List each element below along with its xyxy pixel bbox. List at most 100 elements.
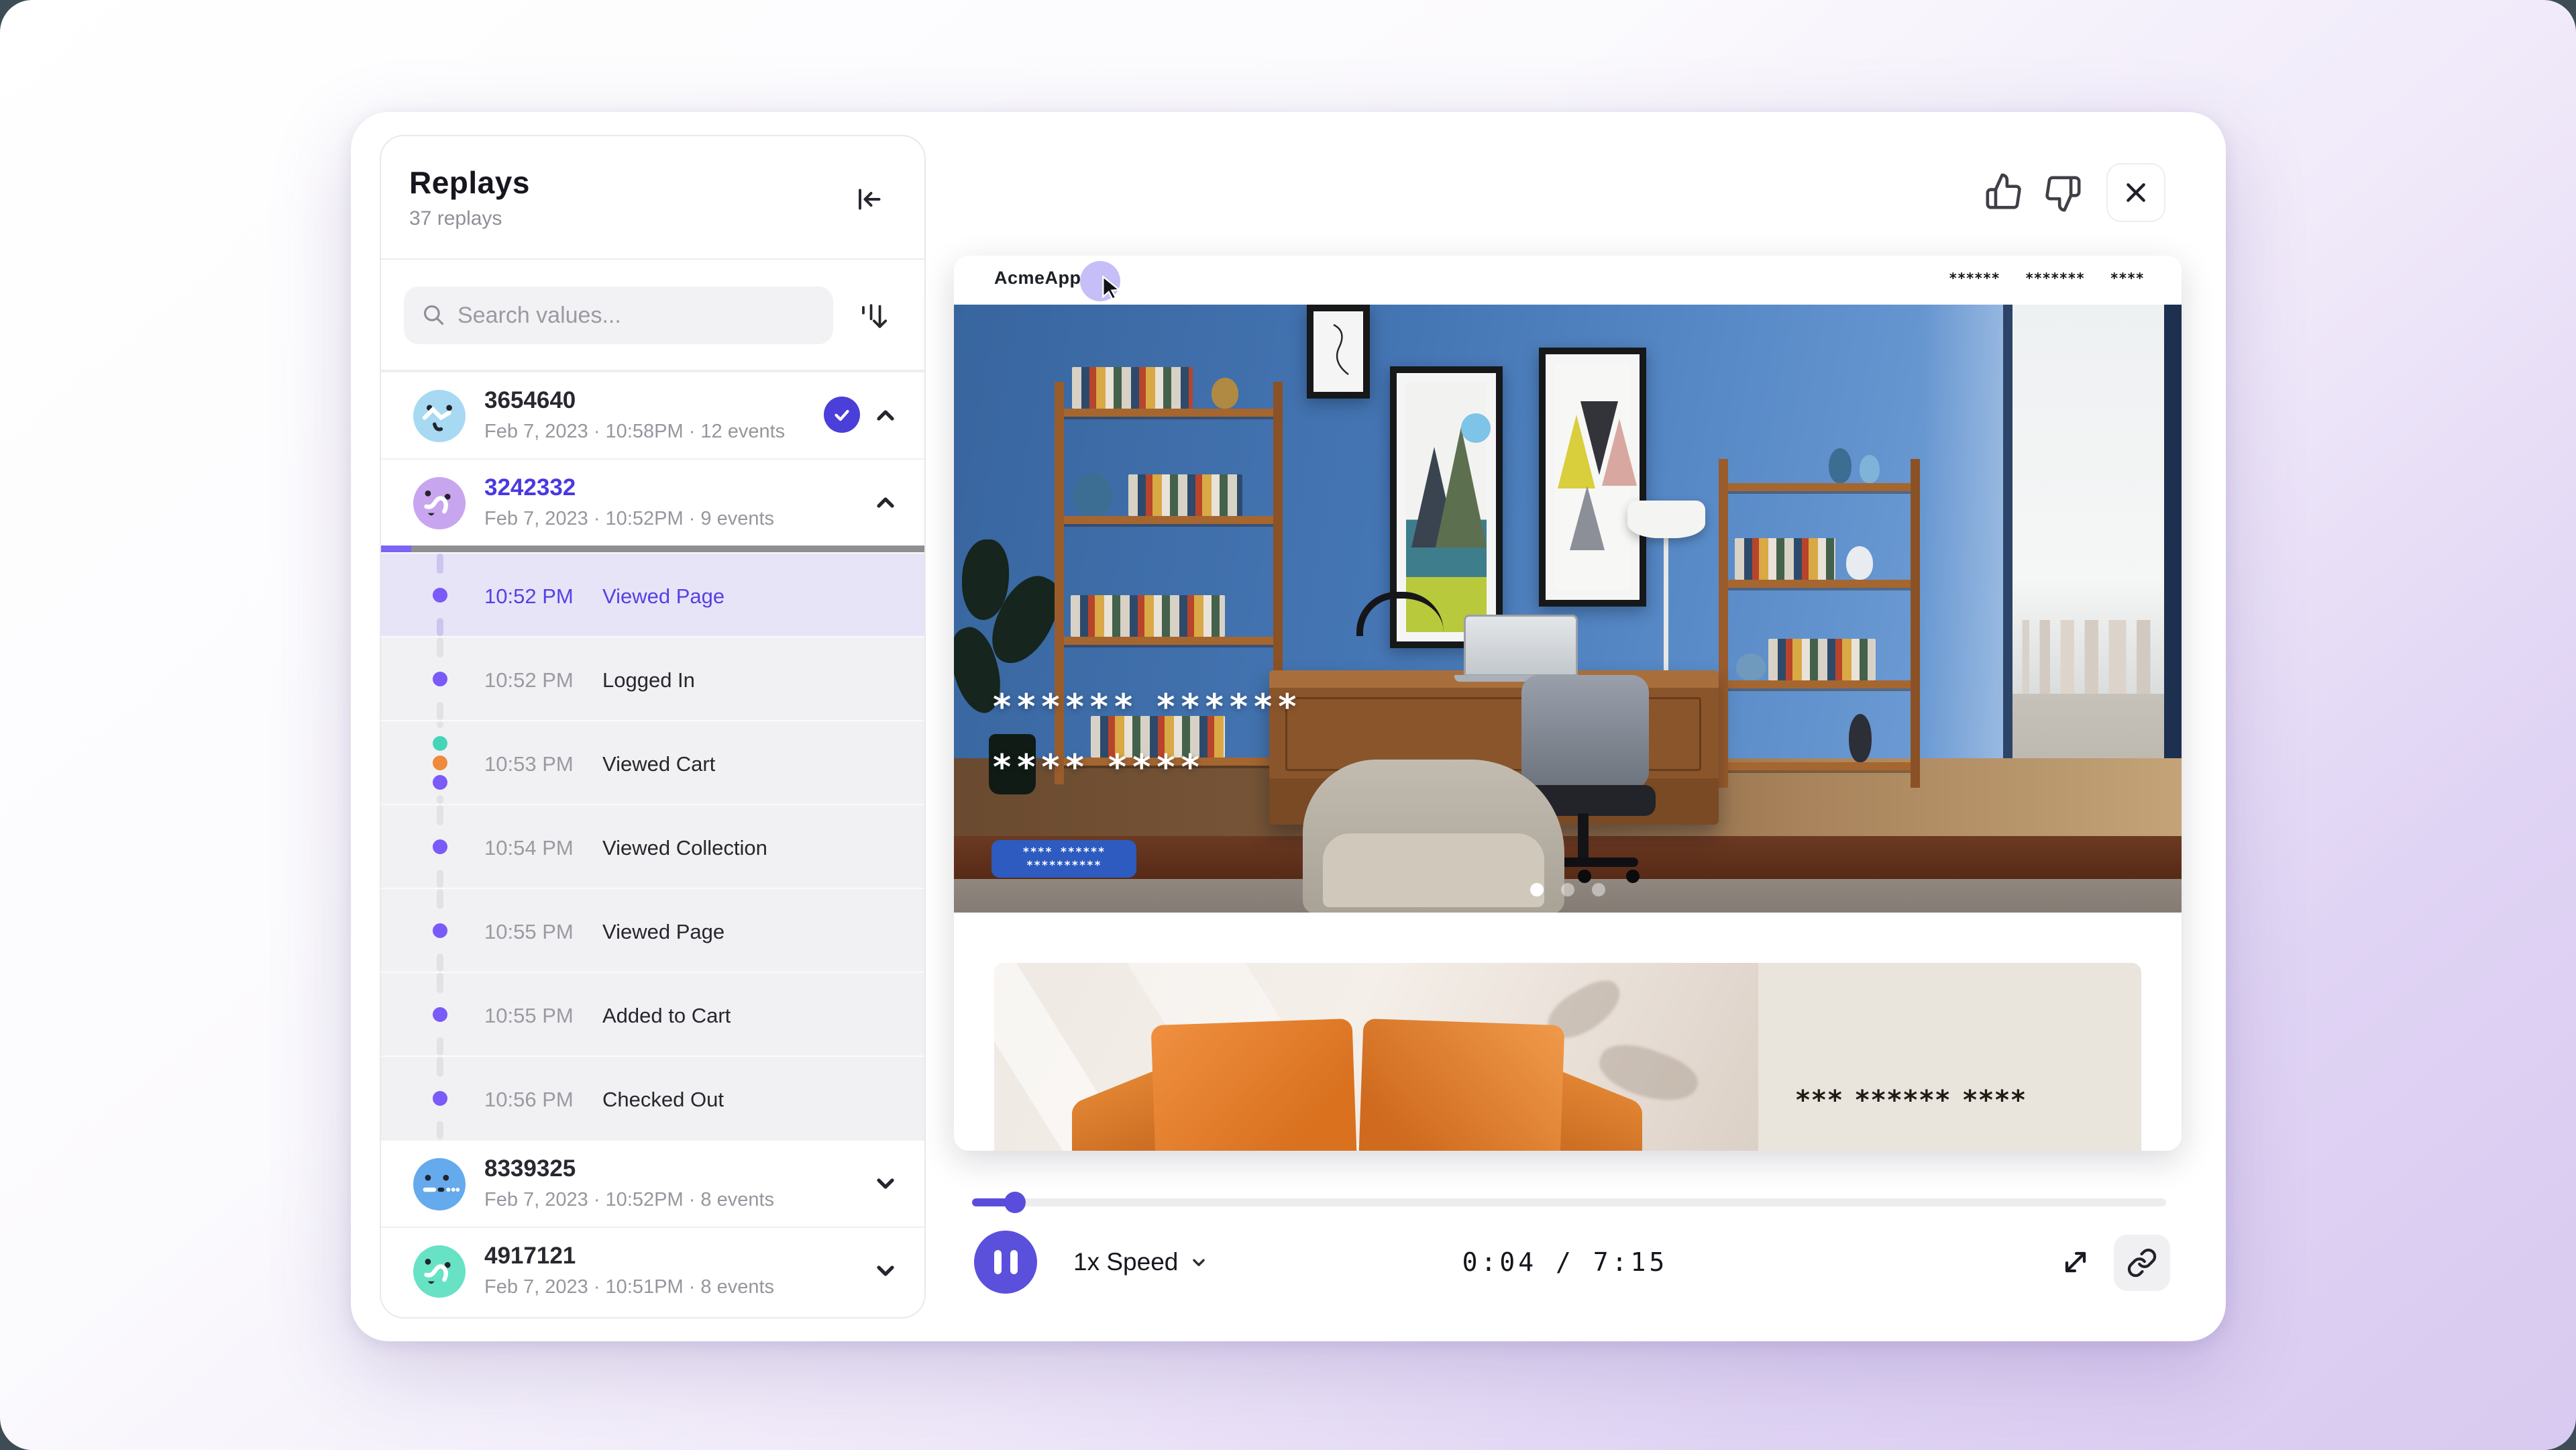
event-time: 10:52 PM: [484, 584, 574, 609]
session-meta: Feb 7, 2023 · 10:58PM · 12 events: [484, 421, 785, 443]
chevron-down-icon: [1187, 1251, 1210, 1274]
sort-button[interactable]: [851, 295, 894, 338]
session-row-3654640[interactable]: 3654640 Feb 7, 2023 · 10:58PM · 12 event…: [381, 371, 924, 458]
copy-link-button[interactable]: [2114, 1235, 2170, 1291]
playback-scrubber-handle[interactable]: [1004, 1192, 1026, 1213]
avatar: [413, 1245, 466, 1298]
event-label: Viewed Page: [602, 584, 724, 609]
scene-office-chair: [1521, 675, 1649, 789]
timeline-line: [437, 870, 443, 888]
event-dot: [433, 839, 447, 854]
pause-button[interactable]: [974, 1231, 1037, 1294]
event-time: 10:54 PM: [484, 836, 574, 860]
event-row-viewed-page-1[interactable]: 10:52 PM Viewed Page: [381, 552, 924, 636]
session-meta: Feb 7, 2023 · 10:52PM · 9 events: [484, 508, 774, 530]
event-dot-teal: [433, 736, 447, 751]
scene-art-triangles: [1539, 348, 1646, 607]
sort-descending-icon: [855, 299, 890, 333]
chevron-up-icon[interactable]: [869, 399, 902, 431]
event-row-viewed-collection[interactable]: 10:54 PM Viewed Collection: [381, 804, 924, 888]
event-row-viewed-page-2[interactable]: 10:55 PM Viewed Page: [381, 888, 924, 972]
chevron-up-icon[interactable]: [869, 486, 902, 519]
event-dot: [433, 588, 447, 603]
carousel-dot-active: [1530, 883, 1544, 896]
scene-chair-wheel: [1578, 870, 1591, 883]
event-row-added-to-cart[interactable]: 10:55 PM Added to Cart: [381, 972, 924, 1055]
speed-label: 1x Speed: [1073, 1248, 1178, 1276]
timeline-line: [437, 637, 443, 658]
close-icon: [2123, 179, 2149, 206]
timeline-line: [437, 1121, 443, 1139]
event-row-logged-in[interactable]: 10:52 PM Logged In: [381, 636, 924, 720]
hero-cta-button-masked: **** ****** **********: [991, 840, 1136, 878]
close-button[interactable]: [2106, 163, 2165, 222]
session-playback-progress-fill: [381, 546, 411, 552]
event-time: 10:56 PM: [484, 1088, 574, 1112]
pause-icon: [994, 1250, 1002, 1274]
replayed-site-header: AcmeApp ****** ******* ****: [954, 256, 2182, 305]
event-label: Viewed Page: [602, 920, 724, 944]
search-box[interactable]: [404, 287, 833, 344]
replay-count: 37 replays: [409, 207, 502, 230]
scene-chair-wheel: [1626, 870, 1640, 883]
scene-office-chair-post: [1578, 813, 1589, 860]
product-text-masked: *** ****** ****: [1796, 1085, 2027, 1116]
timeline-line: [437, 953, 443, 972]
search-input[interactable]: [458, 303, 816, 329]
event-row-viewed-cart[interactable]: 10:53 PM Viewed Cart: [381, 720, 924, 804]
event-dot: [433, 775, 447, 790]
fullscreen-button[interactable]: [2058, 1245, 2093, 1280]
session-id: 3654640: [484, 387, 576, 414]
search-icon: [421, 303, 447, 328]
session-meta: Feb 7, 2023 · 10:52PM · 8 events: [484, 1189, 774, 1211]
session-id: 3242332: [484, 474, 576, 501]
event-label: Checked Out: [602, 1088, 724, 1112]
expand-icon: [2058, 1245, 2093, 1280]
replay-viewport[interactable]: AcmeApp ****** ******* ****: [954, 256, 2182, 1151]
playback-time: 0:04 / 7:15: [1364, 1247, 1766, 1277]
event-time: 10:55 PM: [484, 1004, 574, 1028]
carousel-dot: [1561, 883, 1574, 896]
scene-laptop: [1464, 615, 1578, 676]
session-id: 4917121: [484, 1243, 576, 1270]
timeline-line: [437, 702, 443, 720]
check-icon: [830, 403, 853, 426]
site-nav-item-masked: ******: [1949, 270, 2000, 287]
page-title: Replays: [409, 164, 530, 201]
product-text-panel: *** ****** ****: [1758, 963, 2141, 1151]
timeline-line: [437, 1037, 443, 1055]
event-dot: [433, 1007, 447, 1022]
timeline-line: [437, 554, 443, 574]
playback-scrubber[interactable]: [972, 1198, 2166, 1206]
scene-floor-lamp-shade: [1627, 501, 1705, 538]
session-row-3242332[interactable]: 3242332 Feb 7, 2023 · 10:52PM · 9 events: [381, 458, 924, 546]
replays-sidebar: Replays 37 replays: [380, 135, 926, 1318]
event-label: Added to Cart: [602, 1004, 731, 1028]
collapse-sidebar-button[interactable]: [849, 180, 887, 218]
collapse-left-icon: [852, 183, 884, 215]
site-section-gap: [954, 913, 2182, 963]
thumbs-down-button[interactable]: [2041, 172, 2084, 215]
event-row-checked-out[interactable]: 10:56 PM Checked Out: [381, 1055, 924, 1139]
timeline-line: [437, 973, 443, 993]
site-nav-item-masked: *******: [2025, 270, 2085, 287]
cursor-icon: [1097, 274, 1124, 301]
session-row-4917121[interactable]: 4917121 Feb 7, 2023 · 10:51PM · 8 events: [381, 1227, 924, 1318]
chevron-down-icon[interactable]: [869, 1255, 902, 1287]
sofa-photo: [994, 963, 1758, 1151]
desktop-background: Replays 37 replays: [0, 0, 2576, 1450]
timeline-line: [437, 805, 443, 825]
playback-speed-selector[interactable]: 1x Speed: [1073, 1246, 1210, 1278]
session-row-8339325[interactable]: 8339325 Feb 7, 2023 · 10:52PM · 8 events: [381, 1139, 924, 1227]
chevron-down-icon[interactable]: [869, 1168, 902, 1200]
session-playback-progress[interactable]: [381, 546, 924, 552]
avatar: [413, 1158, 466, 1210]
event-label: Viewed Collection: [602, 836, 767, 860]
thumbs-up-button[interactable]: [1982, 170, 2025, 213]
scene-floor-lamp-pole: [1664, 533, 1668, 674]
link-icon: [2127, 1247, 2157, 1278]
avatar: [413, 477, 466, 529]
event-time: 10:52 PM: [484, 668, 574, 692]
replay-modal: Replays 37 replays: [351, 112, 2226, 1341]
avatar: [413, 390, 466, 442]
